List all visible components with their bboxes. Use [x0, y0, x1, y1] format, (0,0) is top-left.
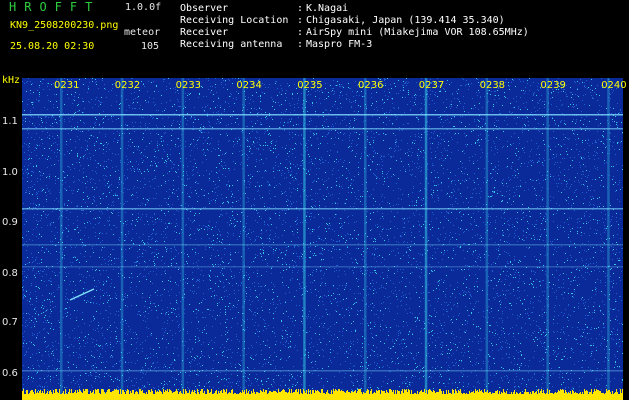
- location-sep: :: [297, 15, 304, 26]
- x-tick-label: 0231: [54, 80, 80, 91]
- y-tick-label: 0.7: [2, 317, 18, 328]
- minute-marker-band: [60, 78, 63, 400]
- location-value: Chigasaki, Japan (139.414 35.340): [306, 15, 505, 26]
- filename-label: KN9_2508200230.png: [10, 20, 119, 31]
- x-tick-label: 0234: [236, 80, 262, 91]
- meteor-count: 105: [141, 41, 160, 52]
- x-tick-label: 0237: [418, 80, 445, 91]
- spectrogram-background: [22, 78, 623, 400]
- carrier-signal-line: [22, 208, 623, 210]
- minute-marker-band: [181, 78, 185, 400]
- antenna-value: Maspro FM-3: [306, 39, 373, 50]
- x-tick-label: 0233: [175, 80, 202, 91]
- location-key: Receiving Location: [180, 15, 289, 26]
- carrier-signal-line: [22, 266, 623, 268]
- minute-marker-band: [485, 78, 489, 400]
- meteor-label: meteor: [124, 27, 161, 38]
- receiver-key: Receiver: [180, 27, 229, 38]
- observer-sep: :: [297, 3, 304, 14]
- x-tick-label: 0238: [479, 80, 506, 91]
- minute-marker-band: [424, 78, 428, 400]
- antenna-sep: :: [297, 39, 304, 50]
- app-title: HROFFT: [9, 0, 101, 14]
- carrier-signal-line: [22, 114, 623, 116]
- x-tick-label: 0240: [601, 80, 627, 91]
- minute-marker-band: [546, 78, 549, 400]
- x-tick-label: 0235: [297, 80, 323, 91]
- carrier-signal-line: [22, 370, 623, 372]
- y-tick-label: 0.8: [2, 268, 18, 279]
- antenna-key: Receiving antenna: [180, 39, 283, 50]
- x-tick-label: 0236: [358, 80, 384, 91]
- spectrogram: [22, 78, 623, 400]
- x-tick-label: 0239: [540, 80, 566, 91]
- observer-key: Observer: [180, 3, 229, 14]
- minute-marker-band: [242, 78, 245, 400]
- y-tick-label: 0.6: [2, 368, 18, 379]
- minute-marker-band: [607, 78, 610, 400]
- receiver-sep: :: [297, 27, 304, 38]
- y-tick-label: 0.9: [2, 217, 18, 228]
- y-axis-unit: kHz: [2, 75, 21, 86]
- carrier-signal-line: [22, 244, 623, 246]
- x-tick-label: 0232: [114, 80, 141, 91]
- receiver-value: AirSpy mini (Miakejima VOR 108.65MHz): [306, 27, 529, 38]
- observer-value: K.Nagai: [306, 3, 349, 14]
- y-tick-label: 1.1: [2, 116, 18, 127]
- version-label: 1.0.0f: [125, 2, 162, 13]
- minute-marker-band: [303, 78, 306, 400]
- minute-marker-band: [120, 78, 124, 400]
- minute-marker-band: [364, 78, 367, 400]
- y-tick-label: 1.0: [2, 167, 18, 178]
- carrier-signal-line: [22, 128, 623, 130]
- datetime-label: 25.08.20 02:30: [10, 41, 95, 52]
